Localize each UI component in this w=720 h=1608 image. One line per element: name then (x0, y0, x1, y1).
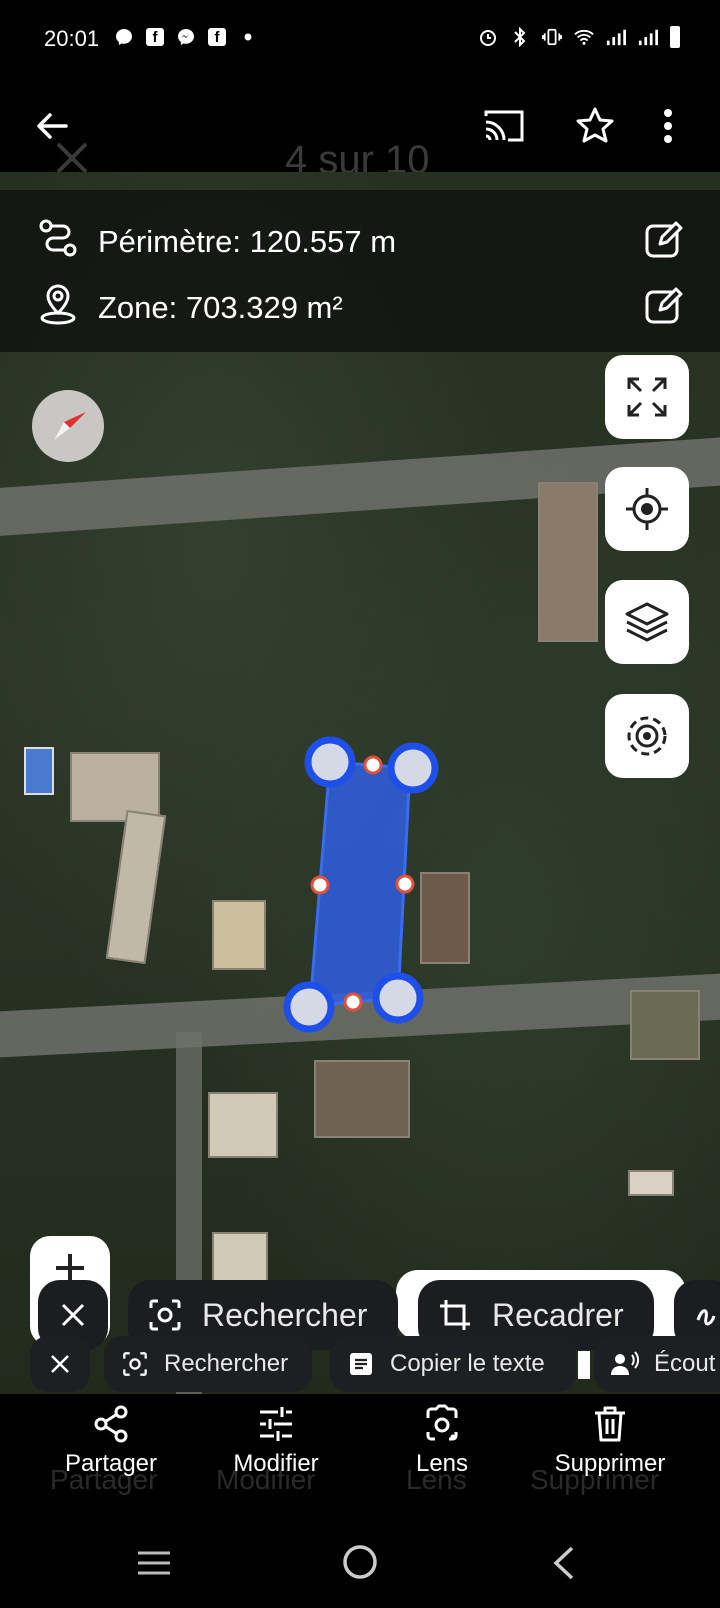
polygon-vertex[interactable] (304, 736, 356, 788)
fullscreen-icon (627, 377, 667, 417)
perimeter-row: Périmètre: 120.557 m (36, 216, 396, 268)
dot-icon (238, 27, 258, 47)
my-location-icon (626, 488, 668, 530)
status-bar: 20:01 f f (0, 0, 720, 68)
nav-back-icon[interactable] (552, 1546, 576, 1585)
lens-label: Lens (415, 1450, 469, 1477)
lens-icon (426, 1404, 458, 1441)
search-chip[interactable]: Rechercher (104, 1336, 312, 1392)
messenger-icon (114, 27, 134, 47)
polygon-midpoint[interactable] (363, 755, 383, 775)
close-icon (61, 1303, 85, 1327)
facebook-icon: f (208, 28, 226, 46)
home-icon[interactable] (340, 1542, 380, 1587)
tune-icon (260, 1407, 292, 1441)
layers-icon (625, 602, 669, 642)
back-arrow-icon[interactable] (32, 106, 72, 151)
compass-button[interactable] (32, 390, 104, 462)
gps-tracking-button[interactable] (605, 694, 689, 778)
facebook-icon: f (146, 28, 164, 46)
gps-tracking-icon (627, 716, 667, 756)
listen-chip[interactable]: Écout (594, 1336, 720, 1392)
edit-area-icon[interactable] (644, 286, 684, 326)
close-lens-button[interactable] (30, 1336, 90, 1392)
route-icon (36, 216, 80, 268)
system-nav-bar (0, 1514, 720, 1608)
search-chip-label: Rechercher (202, 1296, 368, 1333)
status-time: 20:01 (44, 26, 100, 51)
polygon-midpoint[interactable] (395, 874, 415, 894)
lens-search-icon (149, 1299, 181, 1331)
more-vert-icon[interactable] (662, 106, 674, 151)
share-button[interactable]: Partager (56, 1404, 166, 1478)
star-icon[interactable] (575, 106, 615, 151)
polygon-vertex[interactable] (283, 981, 335, 1033)
crop-icon (440, 1300, 470, 1330)
system-icons (478, 26, 680, 48)
delete-button[interactable]: Supprimer (544, 1404, 676, 1478)
messenger-icon (176, 27, 196, 47)
cast-icon[interactable] (482, 106, 526, 151)
listen-icon (611, 1351, 639, 1375)
wifi-icon (574, 27, 594, 47)
search-chip-label: Rechercher (164, 1350, 289, 1377)
share-label: Partager (64, 1450, 158, 1477)
polygon-midpoint[interactable] (310, 875, 330, 895)
location-pin-icon (36, 282, 80, 334)
close-icon (51, 1355, 69, 1373)
signal-icon (606, 27, 626, 47)
lens-button[interactable]: Lens (396, 1404, 488, 1478)
share-icon (94, 1405, 128, 1443)
perimeter-text: Périmètre: 120.557 m (98, 224, 397, 259)
my-location-button[interactable] (605, 467, 689, 551)
bluetooth-icon (510, 27, 530, 47)
polygon-vertex[interactable] (372, 972, 424, 1024)
delete-label: Supprimer (554, 1450, 666, 1477)
edit-button[interactable]: Modifier (216, 1404, 336, 1478)
text-document-icon (350, 1353, 372, 1375)
chip-divider (578, 1351, 590, 1379)
vibrate-icon (542, 27, 562, 47)
area-row: Zone: 703.329 m² (36, 282, 343, 334)
notification-icons: f f (114, 27, 258, 47)
fullscreen-button[interactable] (605, 355, 689, 439)
crop-chip-label: Recadrer (492, 1296, 624, 1333)
signal-icon (638, 27, 658, 47)
trash-icon (595, 1406, 625, 1442)
edit-label: Modifier (233, 1450, 319, 1477)
battery-icon (670, 26, 680, 48)
measurement-panel: Périmètre: 120.557 m Zone: 703.329 m² (0, 190, 720, 352)
copy-text-chip-label: Copier le texte (390, 1350, 545, 1377)
listen-chip-label: Écout (654, 1350, 716, 1377)
polygon-vertex[interactable] (387, 742, 439, 794)
compass-icon (54, 412, 86, 440)
alarm-icon (478, 27, 498, 47)
copy-text-chip[interactable]: Copier le texte (330, 1336, 576, 1392)
layers-button[interactable] (605, 580, 689, 664)
area-text: Zone: 703.329 m² (98, 290, 343, 325)
lens-search-icon (123, 1352, 147, 1376)
polygon-midpoint[interactable] (343, 992, 363, 1012)
scribble-icon (696, 1309, 716, 1326)
recents-icon[interactable] (136, 1550, 172, 1581)
edit-perimeter-icon[interactable] (644, 220, 684, 260)
